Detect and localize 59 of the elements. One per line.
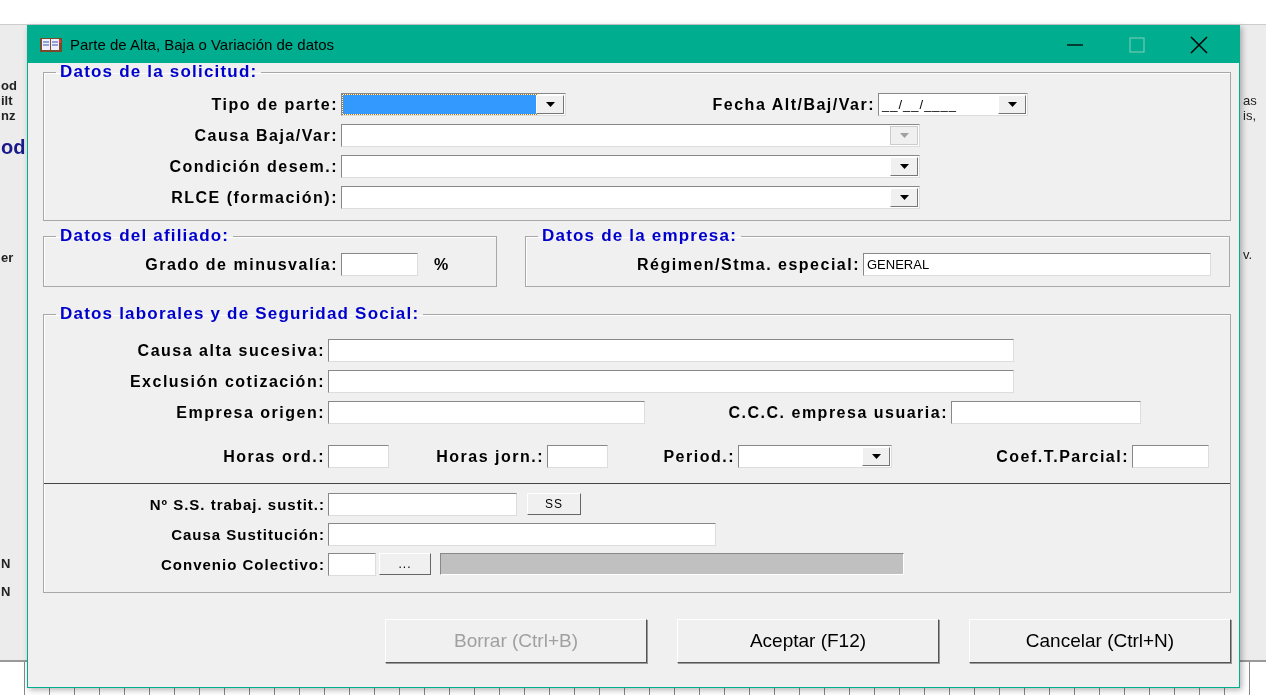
field-label: Empresa origen:: [175, 403, 326, 422]
input-field[interactable]: [328, 522, 716, 546]
field-label: Horas ord.:: [222, 447, 326, 466]
background-text: v.: [1243, 247, 1253, 262]
input-field[interactable]: [328, 370, 1014, 393]
dialog-button[interactable]: Aceptar (F12): [677, 619, 939, 663]
field-label: Causa Baja/Var:: [193, 126, 339, 145]
date-dropdown[interactable]: __/__/____: [878, 93, 1028, 116]
field-label: Condición desem.:: [168, 157, 339, 176]
field-label: Exclusión cotización:: [128, 372, 326, 391]
input-field[interactable]: [1132, 445, 1209, 468]
section-title: Datos laborales y de Seguridad Social:: [59, 305, 421, 323]
input-field[interactable]: [951, 401, 1141, 424]
field-label: Horas jorn.:: [435, 447, 545, 466]
background-text: od: [1, 78, 17, 93]
background-text: N: [1, 584, 11, 599]
section-title: Datos de la empresa:: [541, 227, 738, 245]
input-field[interactable]: [328, 492, 517, 516]
input-field[interactable]: [328, 339, 1014, 362]
background-text: as: [1243, 93, 1257, 108]
section-title: Datos del afiliado:: [59, 227, 231, 245]
input-field[interactable]: [328, 552, 376, 576]
close-icon[interactable]: [1189, 34, 1209, 55]
background-text: is,: [1243, 108, 1256, 123]
field-label: Fecha Alt/Baj/Var:: [711, 95, 876, 114]
input-field[interactable]: [547, 445, 608, 468]
input-field[interactable]: [341, 253, 418, 276]
field-label: Convenio Colectivo:: [160, 555, 326, 573]
book-icon: [40, 36, 62, 53]
background-text: od: [1, 136, 26, 159]
window-title: Parte de Alta, Baja o Variación de datos: [70, 36, 335, 53]
dropdown[interactable]: [341, 93, 566, 116]
ss-button[interactable]: SS: [527, 493, 581, 515]
field-label: Grado de minusvalía:: [144, 255, 339, 274]
dialog-button[interactable]: Cancelar (Ctrl+N): [969, 619, 1231, 663]
section-title: Datos de la solicitud:: [59, 63, 259, 81]
input-field[interactable]: [328, 445, 389, 468]
field-label: Nº S.S. trabaj. sustit.:: [148, 495, 326, 513]
field-label: Coef.T.Parcial:: [995, 447, 1130, 466]
browse-button[interactable]: ...: [379, 553, 431, 575]
input-field[interactable]: GENERAL: [863, 253, 1211, 276]
dropdown-arrow-icon: [1007, 102, 1017, 107]
unit-label: %: [434, 255, 451, 274]
field-label: Causa Sustitución:: [170, 525, 326, 543]
input-field[interactable]: [328, 401, 645, 424]
field-label: Period.:: [662, 447, 736, 466]
field-label: Régimen/Stma. especial:: [636, 255, 861, 274]
dropdown[interactable]: [738, 445, 892, 468]
background-text: N: [1, 556, 11, 571]
background-text: ilt: [1, 93, 13, 108]
dropdown[interactable]: [341, 186, 920, 209]
field-label: Causa alta sucesiva:: [136, 341, 326, 360]
background-text: er: [1, 250, 14, 265]
field-label: Tipo de parte:: [210, 95, 339, 114]
field-label: RLCE (formación):: [170, 188, 339, 207]
dropdown-arrow-icon: [871, 454, 881, 459]
background-text: nz: [1, 108, 16, 123]
field-label: C.C.C. empresa usuaria:: [727, 403, 949, 422]
dropdown[interactable]: [341, 155, 920, 178]
